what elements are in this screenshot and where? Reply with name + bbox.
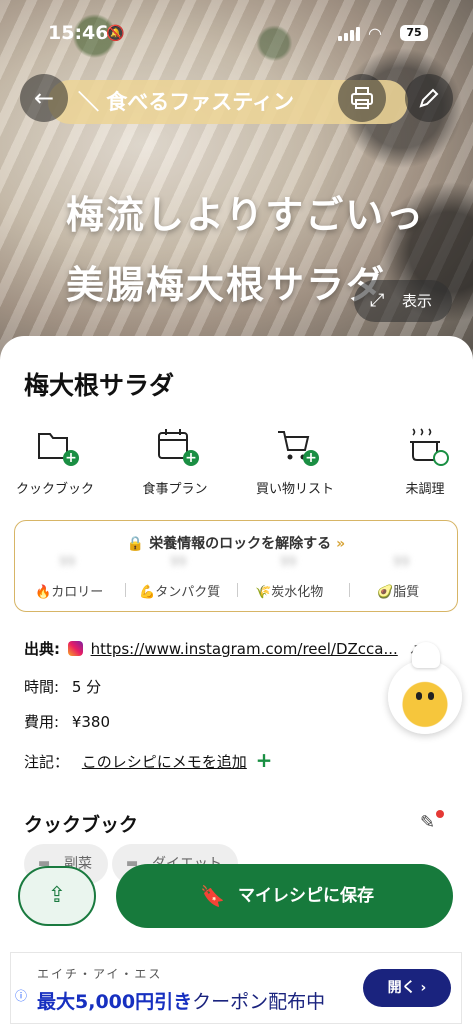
action-label: クックブック (15, 482, 94, 497)
plus-icon[interactable]: + (256, 748, 273, 772)
pot-icon (405, 426, 449, 466)
share-button[interactable]: ⇪ (18, 866, 96, 926)
recipe-sheet: 梅大根サラダ + クックブック + 食事プラン + 買い物リスト 未調理 🔒 栄… (0, 336, 473, 1024)
divider (349, 583, 350, 597)
signal-icon (338, 27, 360, 41)
protein-label: 💪タンパク質 (139, 585, 221, 600)
nutrition-value-blurred: 99 (280, 555, 297, 570)
add-to-meal-plan-button[interactable]: + 食事プラン (120, 426, 230, 497)
ad-banner[interactable]: ⓘ エイチ・アイ・エス 最大5,000円引きクーポン配布中 開く › (10, 952, 462, 1024)
calorie-label: 🔥カロリー (35, 585, 104, 600)
time-label: 時間: (24, 678, 60, 696)
action-label: 買い物リスト (255, 482, 334, 497)
nutrition-value-blurred: 99 (59, 555, 76, 570)
fat-label: 🥑脂質 (377, 585, 420, 600)
show-label: 表示 (402, 292, 433, 310)
pencil-icon (419, 88, 439, 108)
ad-headline: 最大5,000円引きクーポン配布中 (37, 991, 326, 1013)
recipe-title: 梅大根サラダ (24, 371, 175, 400)
bell-muted-icon: 🔕 (106, 24, 125, 42)
back-button[interactable]: ← (20, 74, 68, 122)
edit-cookbook-pencil-icon[interactable]: ✎ (420, 810, 444, 833)
hero-title-line2: 美腸梅大根サラダ (66, 263, 387, 307)
cart-add-icon: + (275, 426, 319, 466)
add-to-cookbook-button[interactable]: + クックブック (0, 426, 110, 497)
save-label: マイレシピに保存 (238, 886, 374, 906)
divider (125, 583, 126, 597)
action-label: 食事プラン (142, 482, 208, 497)
note-row: 注記： このレシピにメモを追加 + (24, 748, 272, 772)
cost-value: ¥380 (71, 713, 111, 731)
carbs-label: 🌾炭水化物 (255, 585, 324, 600)
cost-label: 費用: (24, 713, 60, 731)
time-row: 時間: 5 分 (24, 676, 101, 697)
arrow-left-icon: ← (33, 84, 55, 112)
divider (237, 583, 238, 597)
bookmark-icon: 🔖 (200, 884, 225, 908)
cooked-status-button[interactable]: 未調理 (370, 426, 473, 497)
source-label: 出典: (24, 640, 60, 658)
save-to-my-recipes-button[interactable]: 🔖 マイレシピに保存 (116, 864, 453, 928)
edit-button[interactable] (405, 74, 453, 122)
cost-row: 費用: ¥380 (24, 711, 110, 732)
nutrition-unlock-card[interactable]: 🔒 栄養情報のロックを解除する » 99 99 99 99 🔥カロリー 💪タンパ… (14, 520, 458, 612)
printer-icon (351, 87, 373, 109)
info-icon[interactable]: ⓘ (15, 987, 27, 1004)
share-icon: ⇪ (47, 883, 67, 908)
print-button[interactable] (338, 74, 386, 122)
hero-image: 15:46 🔕 ◠ 75 ＼ 食べるファスティン ← 梅流しよりすごいっ 美腸梅… (0, 0, 473, 360)
unlock-label: 栄養情報のロックを解除する (149, 536, 332, 552)
expand-icon: ⤢ (370, 290, 385, 311)
instagram-icon (67, 641, 83, 656)
chef-assistant-avatar[interactable] (388, 642, 462, 734)
ad-open-button[interactable]: 開く › (363, 969, 451, 1007)
add-to-shopping-list-button[interactable]: + 買い物リスト (240, 426, 350, 497)
avocado-icon: 🥑 (377, 585, 394, 600)
battery-indicator: 75 (400, 25, 428, 41)
ad-company: エイチ・アイ・エス (37, 967, 163, 981)
double-chevron-icon: » (336, 536, 346, 552)
fire-icon: 🔥 (35, 585, 52, 600)
wifi-icon: ◠ (368, 24, 382, 43)
source-row: 出典: https://www.instagram.com/reel/DZcca… (24, 638, 421, 659)
time-value: 5 分 (71, 678, 102, 696)
status-bar: 15:46 🔕 ◠ 75 (0, 20, 473, 50)
calendar-add-icon: + (155, 426, 199, 466)
muscle-icon: 💪 (139, 585, 156, 600)
folder-add-icon: + (35, 426, 79, 466)
action-label: 未調理 (405, 482, 445, 497)
unlock-nutrition-link[interactable]: 🔒 栄養情報のロックを解除する » (15, 533, 457, 553)
note-label: 注記： (24, 753, 70, 771)
grain-icon: 🌾 (255, 585, 272, 600)
show-fullscreen-button[interactable]: ⤢ 表示 (354, 280, 452, 322)
status-time: 15:46 (48, 22, 109, 44)
cookbook-heading: クックブック (24, 814, 139, 836)
nutrition-value-blurred: 99 (393, 555, 410, 570)
nutrition-value-blurred: 99 (170, 555, 187, 570)
source-link[interactable]: https://www.instagram.com/reel/DZcca... (91, 640, 398, 658)
hero-title-line1: 梅流しよりすごいっ (66, 193, 426, 237)
add-note-link[interactable]: このレシピにメモを追加 (82, 753, 247, 771)
lock-icon: 🔒 (126, 536, 145, 552)
